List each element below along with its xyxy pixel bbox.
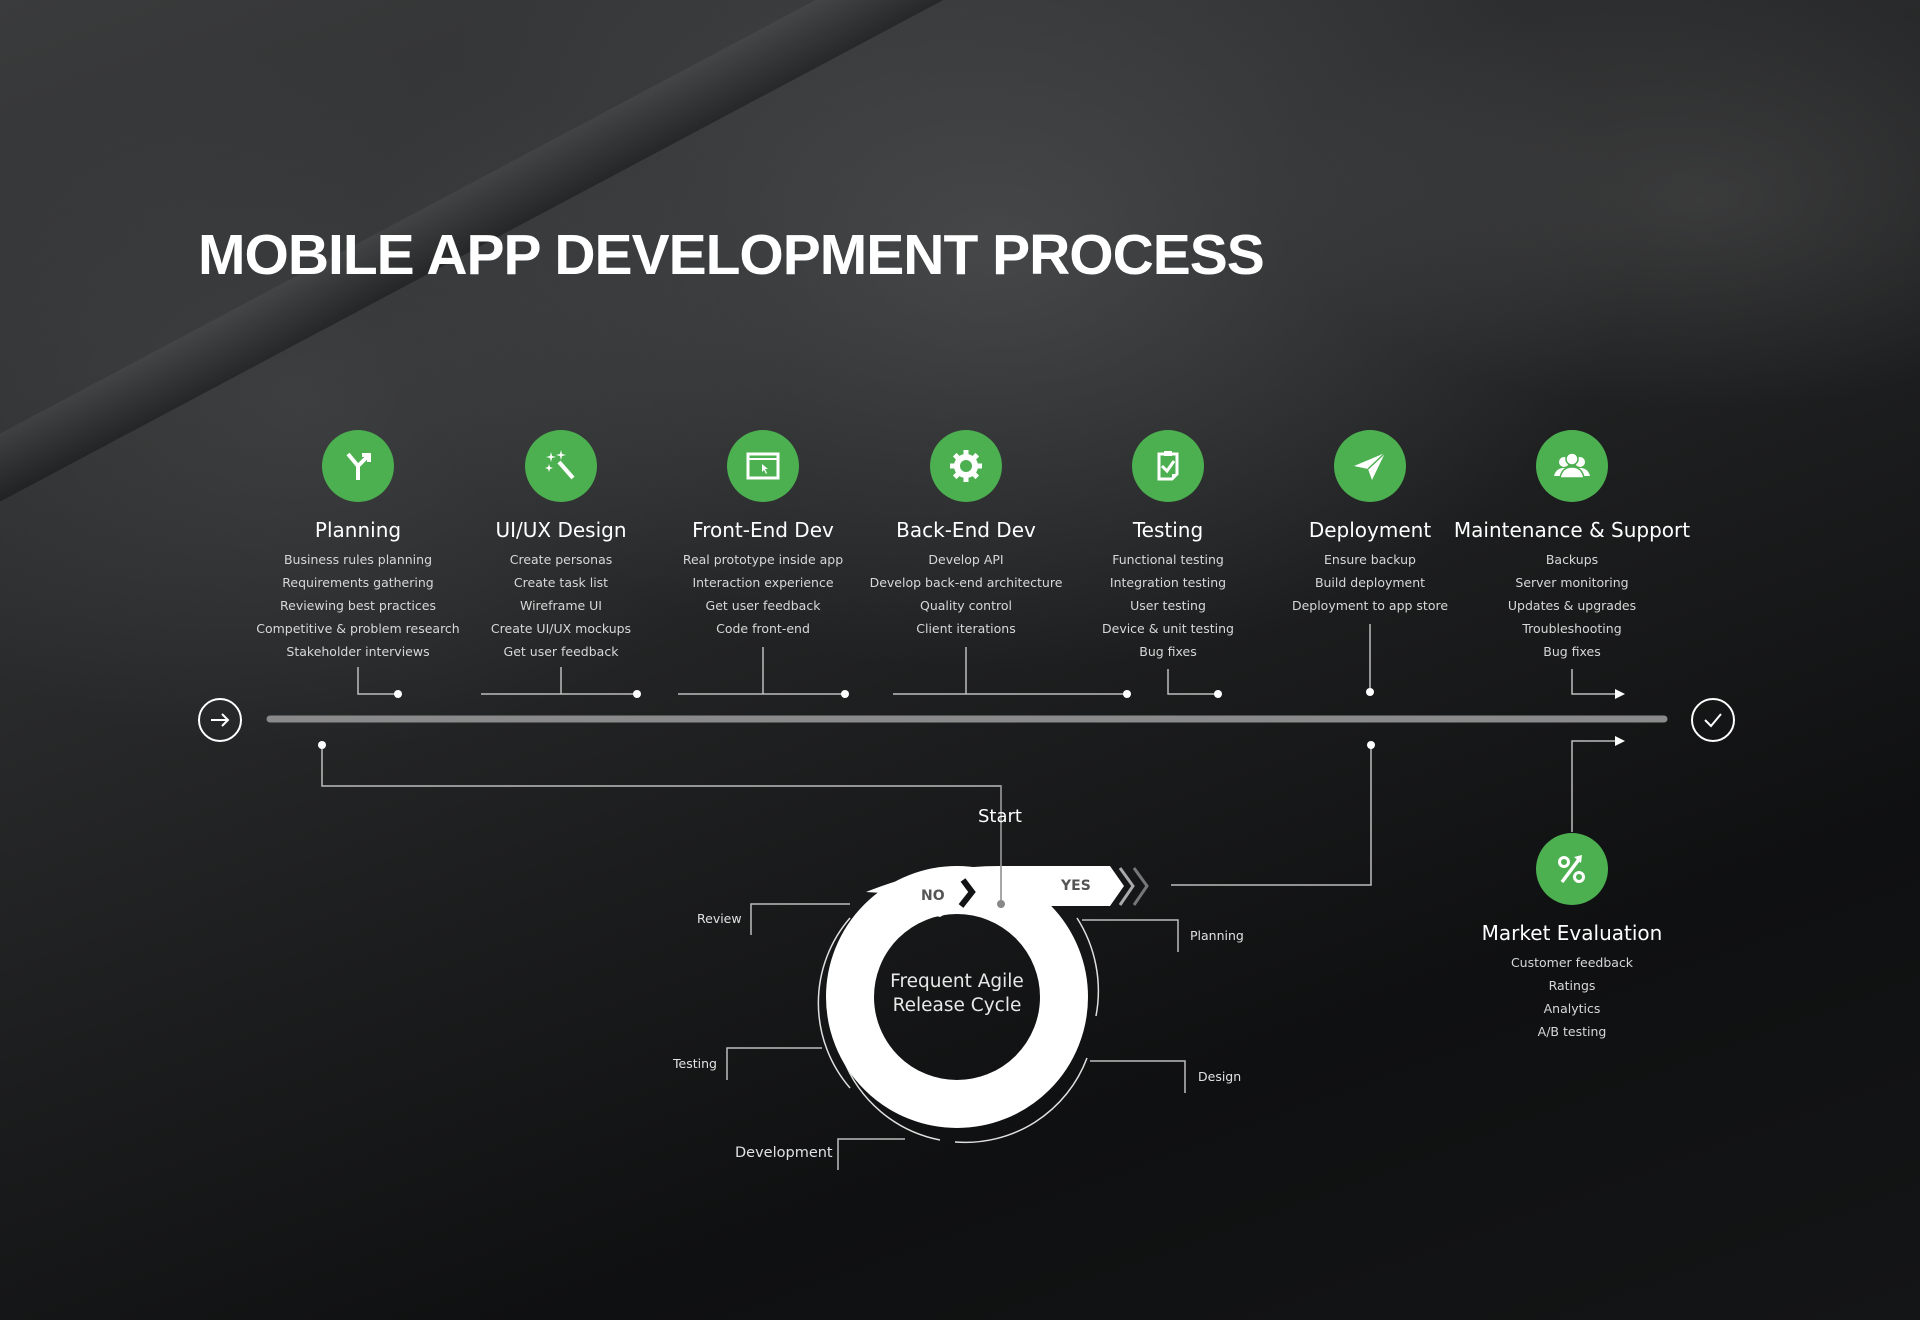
stage-item: Analytics <box>1543 1001 1601 1016</box>
stage-item: Customer feedback <box>1510 955 1634 970</box>
stage-item: Reviewing best practices <box>280 598 436 613</box>
stage-uiux-design: UI/UX Design Create personas Create task… <box>451 430 671 663</box>
stage-market-evaluation: Market Evaluation Customer feedback Rati… <box>1432 833 1712 1043</box>
connector-yes-to-deployment <box>1171 745 1372 886</box>
cycle-line-testing <box>726 1047 822 1080</box>
stage-item: Integration testing <box>1109 575 1227 590</box>
magic-wand-icon <box>525 430 597 502</box>
cycle-center-text: Frequent Agile Release Cycle <box>857 970 1057 1018</box>
timeline-start-button[interactable] <box>198 698 242 742</box>
cycle-start-label: Start <box>978 806 1022 827</box>
users-icon <box>1536 430 1608 502</box>
stage-item: Server monitoring <box>1515 575 1629 590</box>
stage-item: Backups <box>1545 552 1599 567</box>
stage-planning: Planning Business rules planning Require… <box>248 430 468 663</box>
arrow-maintenance <box>1615 689 1625 699</box>
dot-frontend <box>841 690 849 698</box>
connector-market <box>1571 740 1615 832</box>
gear-icon <box>930 430 1002 502</box>
stage-title: Market Evaluation <box>1481 921 1663 945</box>
stage-maintenance-support: Maintenance & Support Backups Server mon… <box>1432 430 1712 663</box>
cycle-line-review <box>750 903 850 935</box>
stage-item: Stakeholder interviews <box>286 644 430 659</box>
arrow-right-icon <box>211 713 230 727</box>
cycle-label-design: Design <box>1198 1069 1242 1084</box>
browser-window-icon <box>727 430 799 502</box>
stage-item: Bug fixes <box>1139 644 1197 659</box>
percent-up-icon <box>1536 833 1608 905</box>
stage-item: Device & unit testing <box>1102 621 1234 636</box>
dot-deployment <box>1366 688 1374 696</box>
dot-planning <box>394 690 402 698</box>
cycle-line-design <box>1090 1060 1186 1093</box>
timeline-end-button[interactable] <box>1691 698 1735 742</box>
stage-item: Updates & upgrades <box>1507 598 1637 613</box>
arrow-market <box>1615 736 1625 746</box>
stage-item: Get user feedback <box>503 644 619 659</box>
connector-maintenance <box>1571 669 1615 695</box>
fork-arrow-icon <box>322 430 394 502</box>
cycle-center-line2: Release Cycle <box>892 995 1022 1016</box>
connector-planning <box>357 667 398 695</box>
connector-testing <box>1167 669 1218 695</box>
cycle-label-review: Review <box>697 911 742 926</box>
cycle-no-label: NO <box>921 888 945 904</box>
stage-item: Create personas <box>509 552 613 567</box>
stage-item: Troubleshooting <box>1522 621 1622 636</box>
stage-item: Bug fixes <box>1543 644 1601 659</box>
paper-plane-icon <box>1334 430 1406 502</box>
dot-start-below <box>318 741 326 749</box>
stage-item: Business rules planning <box>283 552 433 567</box>
stage-item: Create task list <box>513 575 609 590</box>
stage-title: UI/UX Design <box>495 518 627 542</box>
dot-uiux <box>633 690 641 698</box>
stage-testing: Testing Functional testing Integration t… <box>1058 430 1278 663</box>
cycle-label-development: Development <box>735 1145 833 1161</box>
stage-title: Maintenance & Support <box>1453 518 1691 542</box>
stage-title: Testing <box>1132 518 1204 542</box>
cycle-yes-label: YES <box>1061 878 1091 894</box>
clipboard-check-icon <box>1132 430 1204 502</box>
cycle-center-line1: Frequent Agile <box>890 971 1024 992</box>
dot-deployment-below <box>1367 741 1375 749</box>
connector-to-start <box>321 745 1002 903</box>
stage-item: Ratings <box>1548 978 1596 993</box>
dot-testing <box>1214 690 1222 698</box>
cycle-line-development <box>837 1138 905 1170</box>
cycle-line-planning <box>1082 919 1179 952</box>
stage-item: Create UI/UX mockups <box>490 621 632 636</box>
stage-item: Functional testing <box>1112 552 1224 567</box>
stage-item: A/B testing <box>1537 1024 1607 1039</box>
agile-cycle <box>817 786 1149 1144</box>
check-icon <box>1704 713 1722 728</box>
cycle-label-testing: Testing <box>673 1056 717 1071</box>
cycle-label-planning: Planning <box>1190 928 1244 943</box>
stage-item: Wireframe UI <box>520 598 602 613</box>
stage-item: User testing <box>1130 598 1206 613</box>
stage-item: Competitive & problem research <box>256 621 460 636</box>
stage-title: Planning <box>314 518 402 542</box>
stage-item: Requirements gathering <box>282 575 434 590</box>
dot-backend <box>1123 690 1131 698</box>
